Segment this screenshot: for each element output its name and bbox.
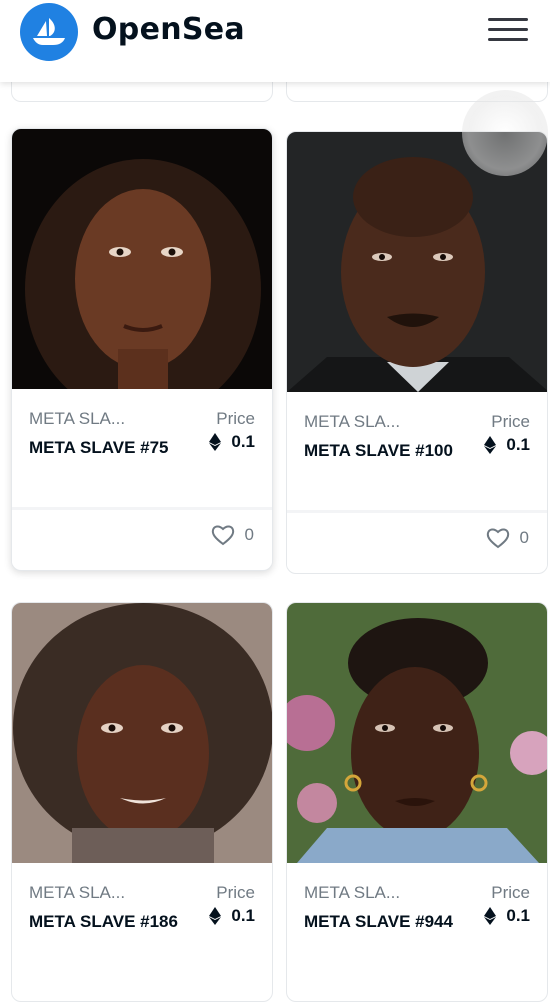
price-value: 0.1 <box>209 906 255 926</box>
heart-icon <box>486 528 509 549</box>
touch-ripple <box>462 90 548 176</box>
card-info: META SLA... META SLAVE #75 Price 0.1 <box>12 389 272 509</box>
ethereum-icon <box>484 436 497 454</box>
price-value: 0.1 <box>209 432 255 452</box>
card-info: META SLA... META SLAVE #100 Price 0.1 <box>287 392 547 512</box>
opensea-logo-icon[interactable] <box>20 3 78 61</box>
price-amount: 0.1 <box>231 906 255 925</box>
nft-card[interactable]: META SLA... META SLAVE #75 Price 0.1 0 <box>11 128 273 571</box>
boat-icon <box>33 18 65 45</box>
price-amount: 0.1 <box>231 432 255 451</box>
favorite-count: 0 <box>519 528 529 547</box>
card-footer: 0 <box>12 507 272 565</box>
price-amount: 0.1 <box>506 906 530 925</box>
nft-name[interactable]: META SLAVE #186 <box>29 909 179 935</box>
price-label: Price <box>491 412 530 431</box>
nft-name[interactable]: META SLAVE #100 <box>304 438 454 464</box>
price-label: Price <box>491 883 530 902</box>
nft-image[interactable] <box>12 129 272 419</box>
collection-name[interactable]: META SLA... <box>304 883 400 903</box>
price-amount: 0.1 <box>506 435 530 454</box>
collection-name[interactable]: META SLA... <box>29 409 125 429</box>
collection-name[interactable]: META SLA... <box>304 412 400 432</box>
ethereum-icon <box>209 907 222 925</box>
nft-card[interactable]: META SLA... META SLAVE #944 Price 0.1 <box>286 602 548 1002</box>
price-value: 0.1 <box>484 435 530 455</box>
brand-name[interactable]: OpenSea <box>92 12 245 47</box>
collection-name[interactable]: META SLA... <box>29 883 125 903</box>
ethereum-icon <box>209 433 222 451</box>
ethereum-icon <box>484 907 497 925</box>
favorite-button[interactable]: 0 <box>486 527 529 549</box>
hamburger-menu-icon[interactable] <box>488 18 528 48</box>
card-footer: 0 <box>287 510 547 568</box>
nft-card[interactable]: META SLA... META SLAVE #100 Price 0.1 0 <box>286 131 548 574</box>
price-value: 0.1 <box>484 906 530 926</box>
favorite-button[interactable]: 0 <box>211 524 254 546</box>
price-label: Price <box>216 883 255 902</box>
favorite-count: 0 <box>244 525 254 544</box>
nft-name[interactable]: META SLAVE #944 <box>304 909 454 935</box>
nft-image[interactable] <box>12 603 272 863</box>
previous-card-bottom <box>11 82 273 102</box>
top-nav-bar: OpenSea <box>0 0 550 82</box>
price-label: Price <box>216 409 255 428</box>
nft-image[interactable] <box>287 603 547 863</box>
card-info: META SLA... META SLAVE #944 Price 0.1 <box>287 863 547 983</box>
heart-icon <box>211 525 234 546</box>
card-info: META SLA... META SLAVE #186 Price 0.1 <box>12 863 272 983</box>
nft-card[interactable]: META SLA... META SLAVE #186 Price 0.1 <box>11 602 273 1002</box>
nft-name[interactable]: META SLAVE #75 <box>29 435 179 461</box>
